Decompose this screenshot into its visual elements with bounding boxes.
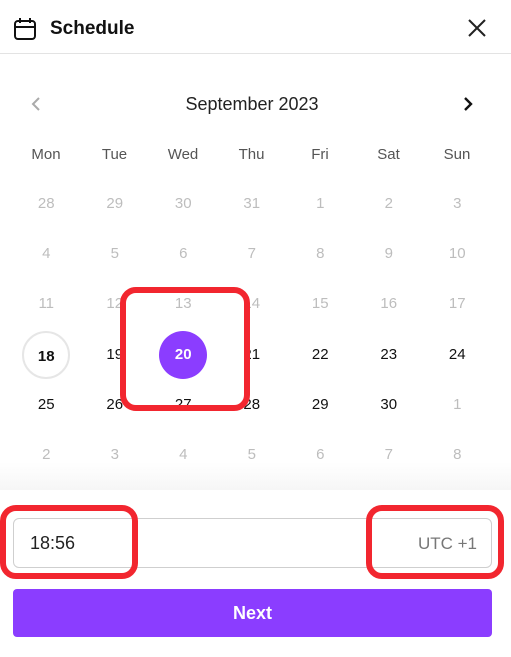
close-icon[interactable] (465, 16, 489, 40)
day-cell[interactable]: 28 (22, 180, 70, 228)
dialog-header: Schedule (0, 0, 511, 54)
weekday-label: Thu (238, 146, 265, 163)
time-field[interactable]: UTC +1 (13, 518, 492, 568)
day-cell[interactable]: 6 (159, 230, 207, 278)
weekday-label: Wed (167, 146, 199, 163)
day-cell[interactable]: 27 (159, 381, 207, 429)
day-cell[interactable]: 29 (296, 381, 344, 429)
day-cell-today[interactable]: 18 (22, 330, 71, 379)
day-cell[interactable]: 4 (22, 230, 70, 278)
weekday-label: Fri (311, 146, 329, 163)
time-input[interactable] (30, 533, 130, 554)
day-cell[interactable]: 17 (433, 280, 481, 328)
day-cell[interactable]: 7 (228, 230, 276, 278)
weekday-label: Sun (443, 146, 471, 163)
day-cell[interactable]: 5 (91, 230, 139, 278)
day-cell[interactable]: 13 (159, 280, 207, 328)
scroll-fade (0, 462, 511, 490)
day-cell[interactable]: 30 (365, 381, 413, 429)
next-button[interactable]: Next (13, 589, 492, 637)
calendar-grid: 28 29 30 31 1 2 3 4 5 6 7 8 9 10 11 12 13 14 15 16 17 18 19 20 2… (12, 180, 492, 480)
day-cell[interactable]: 29 (91, 180, 139, 228)
day-cell-selected[interactable]: 20 (159, 330, 208, 379)
day-cell[interactable]: 28 (228, 381, 276, 429)
weekday-header: Mon Tue Wed Thu Fri Sat Sun (12, 146, 492, 166)
timezone-label[interactable]: UTC +1 (418, 534, 477, 554)
day-cell[interactable]: 30 (159, 180, 207, 228)
day-cell[interactable]: 26 (91, 381, 139, 429)
day-cell[interactable]: 3 (433, 180, 481, 228)
day-cell[interactable]: 24 (433, 331, 481, 379)
day-cell[interactable]: 19 (91, 331, 139, 379)
day-cell[interactable]: 12 (91, 280, 139, 328)
day-cell[interactable]: 11 (22, 280, 70, 328)
weekday-label: Mon (31, 146, 61, 163)
day-cell[interactable]: 21 (228, 331, 276, 379)
day-cell[interactable]: 31 (228, 180, 276, 228)
month-label: September 2023 (185, 94, 319, 114)
calendar-icon (14, 18, 36, 40)
day-cell[interactable]: 22 (296, 331, 344, 379)
weekday-label: Sat (377, 146, 400, 163)
weekday-label: Tue (101, 146, 128, 163)
dialog-title: Schedule (50, 18, 135, 39)
day-cell[interactable]: 10 (433, 230, 481, 278)
day-cell[interactable]: 2 (365, 180, 413, 228)
chevron-right-icon[interactable] (460, 94, 476, 114)
day-cell[interactable]: 1 (296, 180, 344, 228)
day-cell[interactable]: 15 (296, 280, 344, 328)
day-cell[interactable]: 16 (365, 280, 413, 328)
day-cell[interactable]: 25 (22, 381, 70, 429)
day-cell[interactable]: 23 (365, 331, 413, 379)
day-cell[interactable]: 14 (228, 280, 276, 328)
day-cell[interactable]: 8 (296, 230, 344, 278)
day-cell[interactable]: 1 (433, 381, 481, 429)
day-cell[interactable]: 9 (365, 230, 413, 278)
